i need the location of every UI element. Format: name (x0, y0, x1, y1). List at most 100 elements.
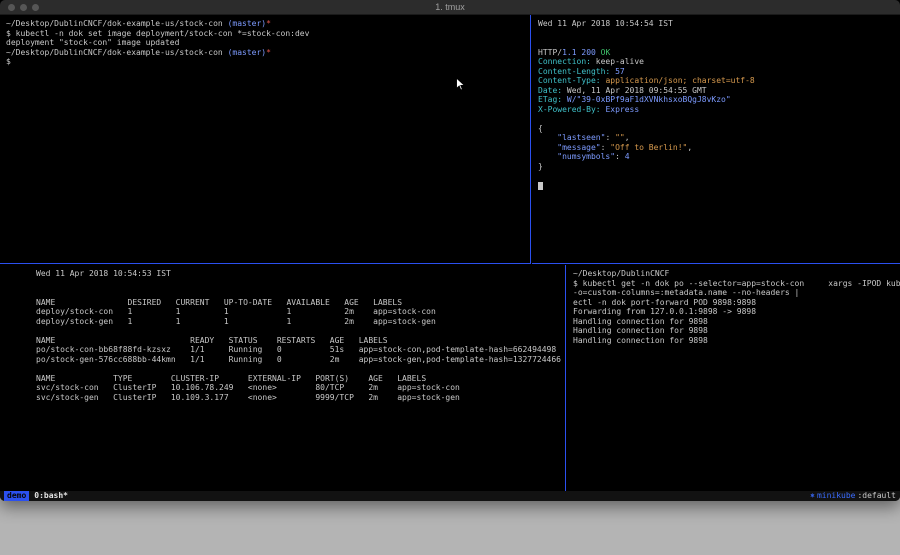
terminal-line (36, 288, 565, 298)
text-segment: "" (615, 133, 625, 142)
terminal-line: Connection: keep-alive (538, 57, 900, 67)
terminal-line: svc/stock-gen ClusterIP 10.109.3.177 <no… (36, 393, 565, 403)
text-segment: $ kubectl get -n dok po --selector=app=s… (573, 279, 900, 288)
terminal-line: $ kubectl -n dok set image deployment/st… (6, 29, 530, 39)
kube-namespace: :default (857, 491, 896, 501)
text-segment (538, 143, 557, 152)
titlebar[interactable]: 1. tmux (0, 0, 900, 15)
terminal-line: Content-Length: 57 (538, 67, 900, 77)
text-segment: NAME DESIRED CURRENT UP-TO-DATE AVAILABL… (36, 298, 402, 307)
terminal-window: 1. tmux ~/Desktop/DublinCNCF/dok-example… (0, 0, 900, 501)
text-segment: $ kubectl -n dok set image deployment/st… (6, 29, 309, 38)
terminal-line: ~/Desktop/DublinCNCF/dok-example-us/stoc… (6, 48, 530, 58)
text-segment: Express (601, 105, 640, 114)
window-controls (8, 4, 39, 11)
terminal-line: "lastseen": "", (538, 133, 900, 143)
text-segment: Handling connection for 9898 (573, 336, 708, 345)
text-segment: -o=custom-columns=:metadata.name --no-he… (573, 288, 799, 297)
terminal-line: Wed 11 Apr 2018 10:54:54 IST (538, 19, 900, 29)
pane-top-left[interactable]: ~/Desktop/DublinCNCF/dok-example-us/stoc… (0, 15, 531, 264)
cursor-block (538, 182, 543, 190)
text-segment: W/"39-0xBPf9aF1dXVNkhsxoBQgJ8vKzo" (562, 95, 731, 104)
text-segment: (master) (228, 48, 267, 57)
close-button[interactable] (8, 4, 15, 11)
window-title: 1. tmux (435, 2, 465, 12)
text-segment: X-Powered-By: (538, 105, 601, 114)
text-segment: : (601, 143, 611, 152)
text-segment: "lastseen" (557, 133, 605, 142)
text-segment: "numsymbols" (557, 152, 615, 161)
terminal-line (36, 326, 565, 336)
text-segment: HTTP/ (538, 48, 562, 57)
text-segment: NAME TYPE CLUSTER-IP EXTERNAL-IP PORT(S)… (36, 374, 426, 383)
terminal-line (538, 29, 900, 39)
terminal-line: NAME DESIRED CURRENT UP-TO-DATE AVAILABL… (36, 298, 565, 308)
terminal-line: $ (6, 57, 530, 67)
text-segment: ~/Desktop/DublinCNCF/dok-example-us/stoc… (6, 48, 228, 57)
text-segment: } (538, 162, 543, 171)
terminal-line: deploy/stock-con 1 1 1 1 2m app=stock-co… (36, 307, 565, 317)
minimize-button[interactable] (20, 4, 27, 11)
session-name[interactable]: demo (4, 491, 29, 501)
text-segment: "message" (557, 143, 600, 152)
kube-context: minikube (817, 491, 856, 501)
text-segment: 1.1 (562, 48, 576, 57)
text-segment: : (605, 133, 615, 142)
text-segment: Date: (538, 86, 562, 95)
terminal-line (36, 279, 565, 289)
text-segment: svc/stock-con ClusterIP 10.106.78.249 <n… (36, 383, 460, 392)
terminal-line: $ kubectl get -n dok po --selector=app=s… (573, 279, 900, 289)
text-segment: ectl -n dok port-forward POD 9898:9898 (573, 298, 756, 307)
terminal-line: { (538, 124, 900, 134)
kubernetes-icon: ⎈ (810, 491, 815, 501)
text-segment: Connection: (538, 57, 591, 66)
terminal-line: "message": "Off to Berlin!", (538, 143, 900, 153)
terminal-line (36, 364, 565, 374)
terminal-line: NAME READY STATUS RESTARTS AGE LABELS (36, 336, 565, 346)
text-segment: 4 (625, 152, 630, 161)
terminal-line: HTTP/1.1 200 OK (538, 48, 900, 58)
text-segment: deploy/stock-con 1 1 1 1 2m app=stock-co… (36, 307, 436, 316)
terminal-line: Handling connection for 9898 (573, 317, 900, 327)
text-segment: * (266, 48, 271, 57)
window-tab-bash[interactable]: 0:bash* (34, 491, 68, 501)
terminal-line: deployment "stock-con" image updated (6, 38, 530, 48)
text-segment: NAME READY STATUS RESTARTS AGE LABELS (36, 336, 388, 345)
text-segment: Wed, 11 Apr 2018 09:54:55 GMT (562, 86, 707, 95)
text-segment: (master) (228, 19, 267, 28)
terminal-line: NAME TYPE CLUSTER-IP EXTERNAL-IP PORT(S)… (36, 374, 565, 384)
terminal-line: "numsymbols": 4 (538, 152, 900, 162)
terminal-line (538, 114, 900, 124)
zoom-button[interactable] (32, 4, 39, 11)
text-segment: * (266, 19, 271, 28)
text-segment: Wed 11 Apr 2018 10:54:53 IST (36, 269, 171, 278)
terminal-line: X-Powered-By: Express (538, 105, 900, 115)
terminal-line: -o=custom-columns=:metadata.name --no-he… (573, 288, 900, 298)
text-segment: Wed 11 Apr 2018 10:54:54 IST (538, 19, 673, 28)
terminal-line: Wed 11 Apr 2018 10:54:53 IST (36, 269, 565, 279)
text-segment: svc/stock-gen ClusterIP 10.109.3.177 <no… (36, 393, 460, 402)
text-segment: "Off to Berlin!" (610, 143, 687, 152)
text-segment: { (538, 124, 543, 133)
terminal-line: } (538, 162, 900, 172)
text-segment: $ (6, 57, 11, 66)
pane-bottom-left[interactable]: Wed 11 Apr 2018 10:54:53 IST NAME DESIRE… (0, 265, 566, 491)
terminal-line: Forwarding from 127.0.0.1:9898 -> 9898 (573, 307, 900, 317)
pane-bottom-right[interactable]: ~/Desktop/DublinCNCF$ kubectl get -n dok… (567, 265, 900, 491)
text-segment (538, 133, 557, 142)
terminal-line: Handling connection for 9898 (573, 326, 900, 336)
tmux-terminal: ~/Desktop/DublinCNCF/dok-example-us/stoc… (0, 15, 900, 491)
text-segment: , (625, 133, 630, 142)
terminal-line (538, 171, 900, 181)
text-segment: , (687, 143, 692, 152)
terminal-line: ~/Desktop/DublinCNCF/dok-example-us/stoc… (6, 19, 530, 29)
terminal-line: Date: Wed, 11 Apr 2018 09:54:55 GMT (538, 86, 900, 96)
terminal-line (538, 181, 900, 191)
text-segment: OK (601, 48, 611, 57)
text-segment: Forwarding from 127.0.0.1:9898 -> 9898 (573, 307, 756, 316)
pane-top-right[interactable]: Wed 11 Apr 2018 10:54:54 IST HTTP/1.1 20… (532, 15, 900, 264)
text-segment: deployment "stock-con" image updated (6, 38, 179, 47)
text-segment: 200 (581, 48, 595, 57)
text-segment: po/stock-con-bb68f88fd-kzsxz 1/1 Running… (36, 345, 556, 354)
terminal-line: ~/Desktop/DublinCNCF (573, 269, 900, 279)
